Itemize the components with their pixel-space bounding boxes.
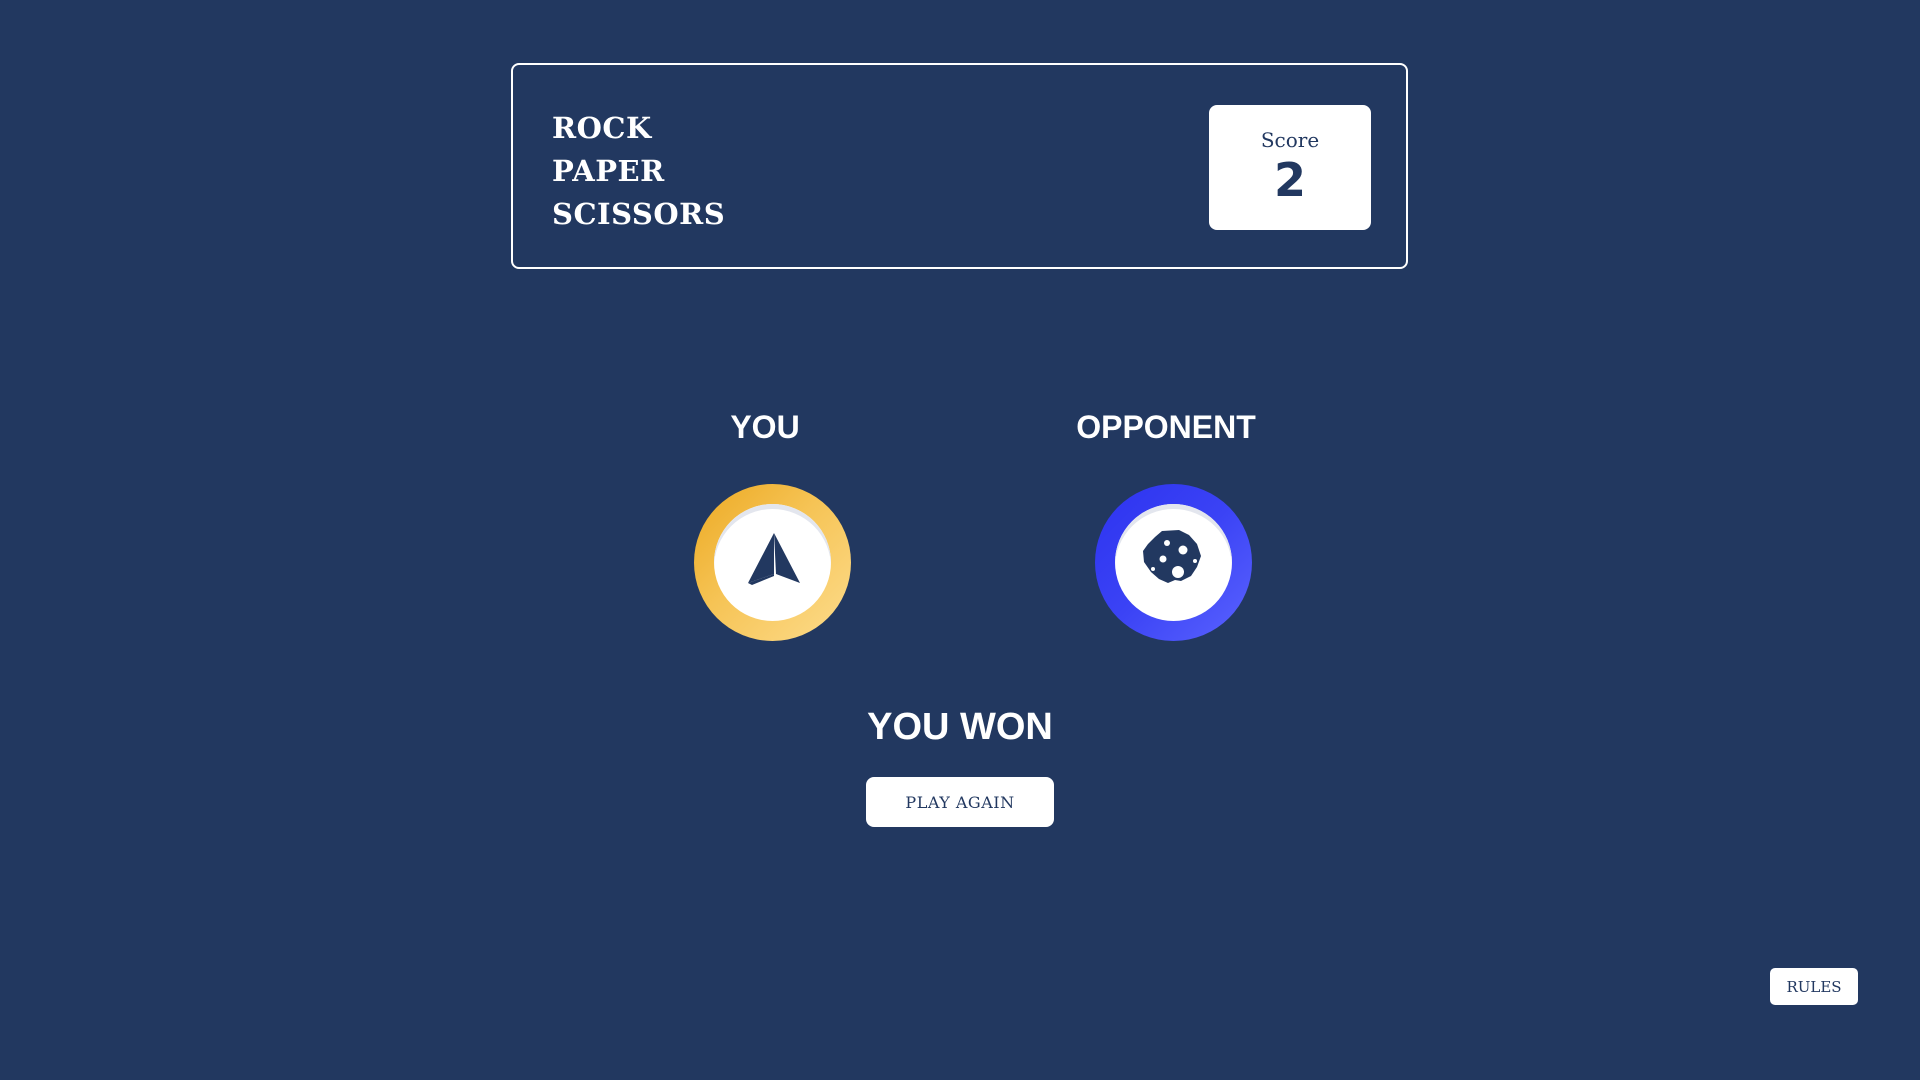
you-choice-inner xyxy=(714,504,831,621)
scoreboard-header: ROCK PAPER SCISSORS Score 2 xyxy=(511,63,1408,269)
title-line-scissors: SCISSORS xyxy=(552,197,726,231)
opponent-choice-inner xyxy=(1115,504,1232,621)
title-line-paper: PAPER xyxy=(552,154,665,188)
opponent-choice-token xyxy=(1095,484,1252,641)
rock-icon xyxy=(1143,530,1201,583)
you-choice-token xyxy=(694,484,851,641)
paper-plane-icon xyxy=(748,533,800,585)
opponent-label: OPPONENT xyxy=(1076,409,1256,445)
you-label: YOU xyxy=(730,409,800,445)
game-title: ROCK PAPER SCISSORS xyxy=(552,107,725,236)
result-text: YOU WON xyxy=(867,706,1053,748)
score-label: Score xyxy=(1260,128,1320,152)
rules-button[interactable]: RULES xyxy=(1770,968,1858,1005)
game-stage: ROCK PAPER SCISSORS Score 2 YOU OPPONENT xyxy=(0,0,1920,1080)
score-box: Score 2 xyxy=(1209,105,1371,230)
play-again-button[interactable]: PLAY AGAIN xyxy=(866,777,1054,827)
title-line-rock: ROCK xyxy=(552,111,652,145)
score-value: 2 xyxy=(1273,153,1306,207)
